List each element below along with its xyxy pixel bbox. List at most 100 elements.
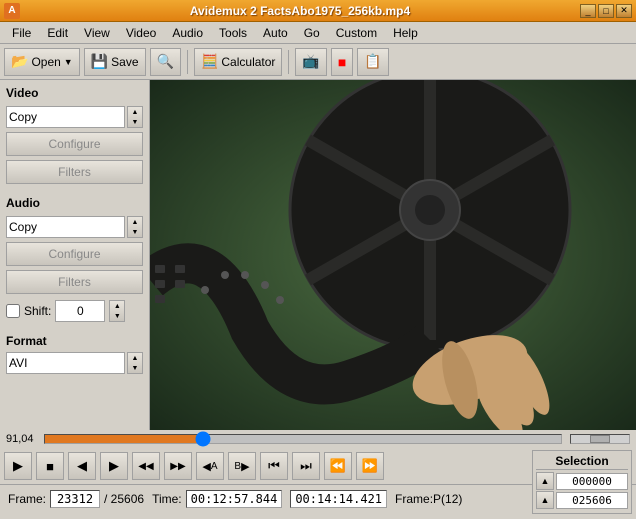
mark-a-icon: ◀ bbox=[202, 460, 210, 473]
audio-configure-button[interactable]: Configure bbox=[6, 242, 143, 266]
selection-b-row: ▲ 025606 bbox=[536, 491, 628, 509]
clipboard-icon: 📋 bbox=[364, 53, 381, 70]
stop-button[interactable]: ■ bbox=[36, 452, 64, 480]
menu-file[interactable]: File bbox=[4, 24, 39, 42]
save-icon: 💾 bbox=[91, 53, 108, 70]
calculator-button[interactable]: 🧮 Calculator bbox=[194, 48, 282, 76]
menu-custom[interactable]: Custom bbox=[328, 24, 385, 42]
calculator-label: Calculator bbox=[221, 55, 275, 69]
shift-spin-down[interactable]: ▼ bbox=[110, 311, 124, 321]
shift-row: Shift: 0 ▲ ▼ bbox=[6, 300, 143, 322]
format-section-label: Format bbox=[6, 334, 143, 348]
audio-codec-select[interactable]: Copy MP3 AAC bbox=[6, 216, 125, 238]
seekbar-thumb-right bbox=[590, 435, 610, 443]
go-end-icon: ⏭ bbox=[300, 458, 312, 474]
app-icon: A bbox=[4, 3, 20, 19]
format-spin-down[interactable]: ▼ bbox=[128, 363, 142, 373]
frame-status: Frame: 23312 / 25606 bbox=[8, 490, 144, 508]
frame-value: 23312 bbox=[50, 490, 100, 508]
video-filters-button[interactable]: Filters bbox=[6, 160, 143, 184]
shift-spinner[interactable]: ▲ ▼ bbox=[109, 300, 125, 322]
menu-view[interactable]: View bbox=[76, 24, 118, 42]
tv-icon-button[interactable]: 📺 bbox=[295, 48, 326, 76]
close-button[interactable]: ✕ bbox=[616, 4, 632, 18]
calculator-icon: 🧮 bbox=[201, 53, 218, 70]
audio-codec-spin-down[interactable]: ▼ bbox=[128, 227, 142, 237]
selection-a-value: 000000 bbox=[556, 473, 628, 490]
record-icon: ■ bbox=[338, 54, 346, 70]
forward-button[interactable]: ▶▶ bbox=[164, 452, 192, 480]
next-frame-button[interactable]: ▶ bbox=[100, 452, 128, 480]
menu-go[interactable]: Go bbox=[296, 24, 328, 42]
mark-b-button[interactable]: B ▶ bbox=[228, 452, 256, 480]
minimize-button[interactable]: _ bbox=[580, 4, 596, 18]
titlebar: A Avidemux 2 FactsAbo1975_256kb.mp4 _ □ … bbox=[0, 0, 636, 22]
window-title: Avidemux 2 FactsAbo1975_256kb.mp4 bbox=[20, 4, 580, 18]
open-button[interactable]: 📂 Open ▼ bbox=[4, 48, 80, 76]
shift-spin-up[interactable]: ▲ bbox=[110, 301, 124, 311]
seekbar-area: 91,04 bbox=[0, 430, 636, 448]
titlebar-buttons: _ □ ✕ bbox=[580, 4, 632, 18]
video-codec-row: Copy Mpeg4 AVC Xvid ▲ ▼ bbox=[6, 106, 143, 128]
maximize-button[interactable]: □ bbox=[598, 4, 614, 18]
prev-frame-icon: ◀ bbox=[77, 458, 87, 474]
selection-b-icon: ▲ bbox=[541, 495, 550, 505]
go-start-button[interactable]: ⏮ bbox=[260, 452, 288, 480]
menu-help[interactable]: Help bbox=[385, 24, 426, 42]
go-start-icon: ⏮ bbox=[268, 458, 280, 474]
open-dropdown-icon[interactable]: ▼ bbox=[64, 57, 73, 67]
toolbar-separator2 bbox=[288, 50, 289, 74]
frame-label: Frame: bbox=[8, 492, 46, 506]
video-preview bbox=[150, 80, 636, 430]
selection-a-button[interactable]: ▲ bbox=[536, 472, 554, 490]
audio-codec-spinner[interactable]: ▲ ▼ bbox=[127, 216, 143, 238]
video-codec-spin-up[interactable]: ▲ bbox=[128, 107, 142, 117]
play-icon: ▶ bbox=[13, 458, 23, 474]
go-end-button[interactable]: ⏭ bbox=[292, 452, 320, 480]
next-frame-icon: ▶ bbox=[109, 458, 119, 474]
open-label: Open bbox=[31, 55, 60, 69]
toolbar-separator bbox=[187, 50, 188, 74]
format-spinner[interactable]: ▲ ▼ bbox=[127, 352, 143, 374]
toolbar: 📂 Open ▼ 💾 Save 🔍 🧮 Calculator 📺 ■ 📋 bbox=[0, 44, 636, 80]
menu-edit[interactable]: Edit bbox=[39, 24, 76, 42]
shift-checkbox[interactable] bbox=[6, 304, 20, 318]
play-button[interactable]: ▶ bbox=[4, 452, 32, 480]
video-section-label: Video bbox=[6, 86, 143, 100]
mark-a-button[interactable]: ◀ A bbox=[196, 452, 224, 480]
audio-section-label: Audio bbox=[6, 196, 143, 210]
audio-filters-button[interactable]: Filters bbox=[6, 270, 143, 294]
rewind-icon: ◀◀ bbox=[138, 461, 153, 472]
magnify-button[interactable]: 🔍 bbox=[150, 48, 181, 76]
selection-a-row: ▲ 000000 bbox=[536, 472, 628, 490]
selection-b-button[interactable]: ▲ bbox=[536, 491, 554, 509]
red-square-button[interactable]: ■ bbox=[331, 48, 353, 76]
total-frames: / 25606 bbox=[104, 492, 144, 506]
shift-input[interactable]: 0 bbox=[55, 300, 105, 322]
stop-icon: ■ bbox=[46, 459, 54, 474]
time-end-value: 00:14:14.421 bbox=[290, 490, 387, 508]
selection-panel: Selection ▲ 000000 ▲ 025606 bbox=[532, 450, 632, 514]
video-codec-select[interactable]: Copy Mpeg4 AVC Xvid bbox=[6, 106, 125, 128]
menu-video[interactable]: Video bbox=[118, 24, 164, 42]
position-label: 91,04 bbox=[6, 433, 36, 445]
rewind-button[interactable]: ◀◀ bbox=[132, 452, 160, 480]
selection-a-icon: ▲ bbox=[541, 476, 550, 486]
video-configure-button[interactable]: Configure bbox=[6, 132, 143, 156]
format-select[interactable]: AVI MKV MP4 bbox=[6, 352, 125, 374]
video-codec-spinner[interactable]: ▲ ▼ bbox=[127, 106, 143, 128]
audio-codec-spin-up[interactable]: ▲ bbox=[128, 217, 142, 227]
menu-auto[interactable]: Auto bbox=[255, 24, 296, 42]
menu-tools[interactable]: Tools bbox=[211, 24, 255, 42]
clipboard-button[interactable]: 📋 bbox=[357, 48, 388, 76]
menu-audio[interactable]: Audio bbox=[164, 24, 211, 42]
save-button[interactable]: 💾 Save bbox=[84, 48, 146, 76]
seekbar[interactable] bbox=[44, 434, 562, 444]
prev-keyframe-button[interactable]: ⏪ bbox=[324, 452, 352, 480]
video-codec-spin-down[interactable]: ▼ bbox=[128, 117, 142, 127]
prev-frame-button[interactable]: ◀ bbox=[68, 452, 96, 480]
next-keyframe-button[interactable]: ⏩ bbox=[356, 452, 384, 480]
format-spin-up[interactable]: ▲ bbox=[128, 353, 142, 363]
mark-a-label: A bbox=[211, 461, 218, 472]
prev-keyframe-icon: ⏪ bbox=[330, 458, 346, 474]
